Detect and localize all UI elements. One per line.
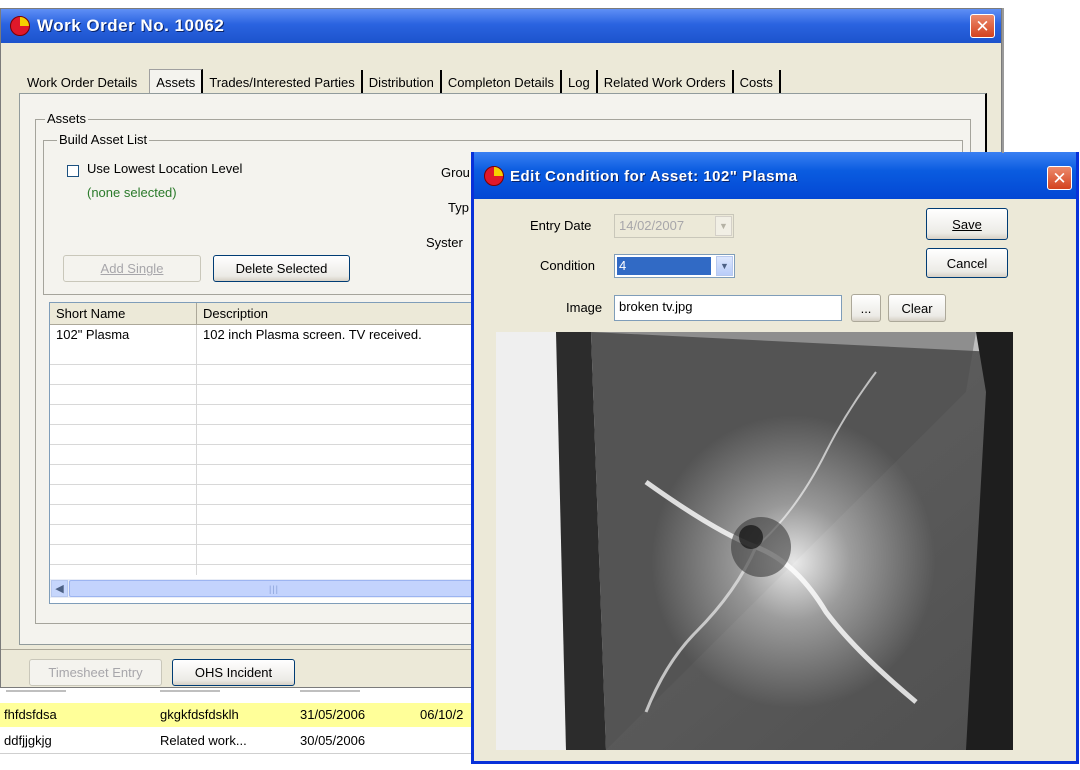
condition-selected-value: 4 xyxy=(617,257,711,275)
grip-icon: ||| xyxy=(268,583,279,594)
tab-related-work-orders[interactable]: Related Work Orders xyxy=(598,70,734,94)
clear-button[interactable]: Clear xyxy=(888,294,946,322)
column-header-description[interactable]: Description xyxy=(197,303,478,325)
dialog-title-bar[interactable]: Edit Condition for Asset: 102" Plasma ✕ xyxy=(474,152,1076,199)
entry-date-label: Entry Date xyxy=(530,218,592,233)
bg-list-row-partial xyxy=(0,690,475,698)
tab-distribution[interactable]: Distribution xyxy=(363,70,442,94)
tab-trades[interactable]: Trades/Interested Parties xyxy=(203,70,363,94)
assets-group-label: Assets xyxy=(45,111,89,126)
tab-strip: Work Order Details Assets Trades/Intereste… xyxy=(21,69,781,95)
tab-assets[interactable]: Assets xyxy=(149,69,204,94)
group-label: Grou xyxy=(441,165,470,180)
build-asset-list-label: Build Asset List xyxy=(57,132,150,147)
save-button[interactable]: Save xyxy=(926,208,1008,240)
asset-short-name[interactable]: 102" Plasma xyxy=(56,327,129,342)
image-path-value: broken tv.jpg xyxy=(619,299,693,314)
use-lowest-checkbox[interactable] xyxy=(67,165,79,177)
scroll-left-button[interactable]: ◀ xyxy=(51,580,68,597)
column-header-short-name[interactable]: Short Name xyxy=(50,303,197,325)
title-bar[interactable]: Work Order No. 10062 ✕ xyxy=(1,9,1001,43)
close-icon: ✕ xyxy=(975,16,990,36)
entry-date-value: 14/02/2007 xyxy=(619,218,685,233)
timesheet-entry-label: Timesheet Entry xyxy=(48,665,143,680)
ohs-incident-label: OHS Incident xyxy=(194,665,273,680)
cell-1: fhfdsfdsa xyxy=(4,707,57,722)
edit-condition-dialog: Edit Condition for Asset: 102" Plasma ✕ … xyxy=(471,152,1079,764)
browse-label: ... xyxy=(860,300,872,316)
window-title: Work Order No. 10062 xyxy=(37,16,225,35)
clear-label: Clear xyxy=(901,300,933,316)
app-icon xyxy=(484,166,504,186)
add-single-button[interactable]: Add Single xyxy=(63,255,201,282)
delete-selected-button[interactable]: Delete Selected xyxy=(213,255,350,282)
cell-2: Related work... xyxy=(160,733,247,748)
tab-completion-details[interactable]: Completon Details xyxy=(442,70,563,94)
cancel-button[interactable]: Cancel xyxy=(926,248,1008,278)
system-label: Syster xyxy=(426,235,463,250)
save-label: Save xyxy=(952,216,982,232)
table-row[interactable]: fhfdsfdsa gkgkfdsfdsklh 31/05/2006 06/10… xyxy=(0,703,475,727)
assets-grid[interactable]: Short Name Description 102" Plasma 102 i… xyxy=(49,302,479,604)
background-list: fhfdsfdsa gkgkfdsfdsklh 31/05/2006 06/10… xyxy=(0,690,475,770)
close-button[interactable]: ✕ xyxy=(970,14,995,38)
dialog-close-button[interactable]: ✕ xyxy=(1047,166,1072,190)
grid-lines xyxy=(50,345,478,575)
cell-1: ddfjjgkjg xyxy=(4,733,52,748)
none-selected-text: (none selected) xyxy=(87,185,177,200)
cell-2: gkgkfdsfdsklh xyxy=(160,707,239,722)
delete-selected-label: Delete Selected xyxy=(235,261,328,276)
horizontal-scrollbar[interactable]: ◀ ||| xyxy=(50,579,478,598)
cell-3: 31/05/2006 xyxy=(300,707,366,722)
condition-label: Condition xyxy=(540,258,595,273)
ohs-incident-button[interactable]: OHS Incident xyxy=(172,659,295,686)
timesheet-entry-button[interactable]: Timesheet Entry xyxy=(29,659,162,686)
chevron-down-icon: ▼ xyxy=(719,221,728,231)
app-icon xyxy=(10,16,30,36)
image-path-field[interactable]: broken tv.jpg xyxy=(614,295,842,321)
tab-log[interactable]: Log xyxy=(562,70,598,94)
condition-dropdown-button[interactable]: ▼ xyxy=(716,256,733,276)
add-single-label: Add Single xyxy=(100,261,164,276)
scroll-thumb[interactable]: ||| xyxy=(69,580,478,597)
table-row[interactable]: ddfjjgkjg Related work... 30/05/2006 xyxy=(0,727,475,754)
window-edge xyxy=(1002,8,1004,153)
dialog-title: Edit Condition for Asset: 102" Plasma xyxy=(510,168,798,185)
chevron-down-icon: ▼ xyxy=(720,261,729,271)
broken-tv-photo xyxy=(496,332,1013,750)
use-lowest-label: Use Lowest Location Level xyxy=(87,161,243,176)
condition-image-preview xyxy=(496,332,1013,750)
cell-4: 06/10/2 xyxy=(420,707,464,722)
entry-date-dropdown-button[interactable]: ▼ xyxy=(715,216,732,236)
image-label: Image xyxy=(566,300,603,315)
chevron-left-icon: ◀ xyxy=(55,583,64,595)
type-label: Typ xyxy=(448,200,469,215)
asset-description[interactable]: 102 inch Plasma screen. TV received. xyxy=(203,327,422,342)
browse-button[interactable]: ... xyxy=(851,294,881,322)
close-icon: ✕ xyxy=(1052,168,1067,188)
tab-work-order-details[interactable]: Work Order Details xyxy=(21,70,149,94)
cancel-label: Cancel xyxy=(946,255,988,271)
cell-3: 30/05/2006 xyxy=(300,733,366,748)
tab-costs[interactable]: Costs xyxy=(734,70,781,94)
